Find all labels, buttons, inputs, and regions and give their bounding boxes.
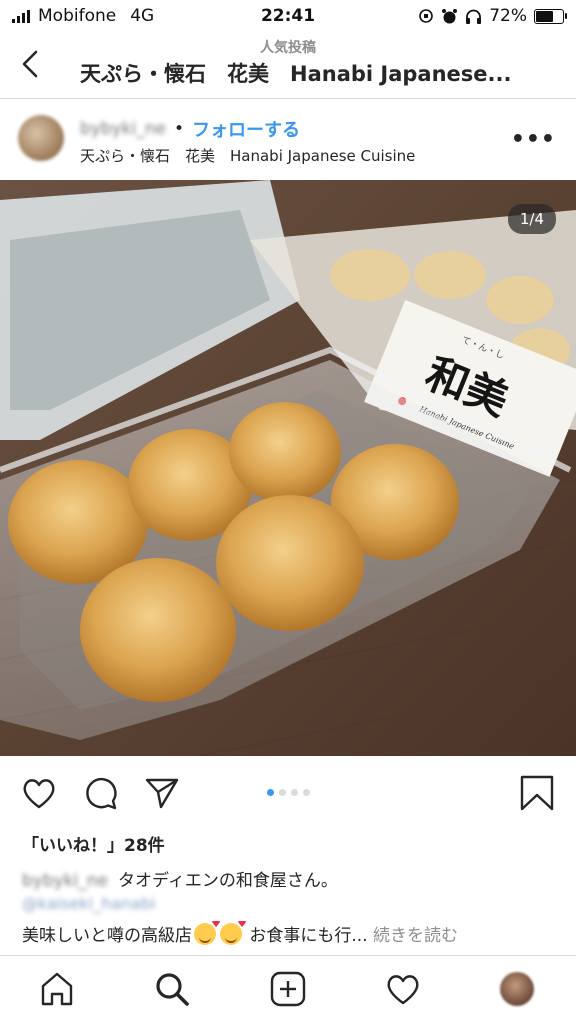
battery-icon [534,8,567,24]
alarm-icon [442,8,458,23]
caption-username[interactable]: bybyki_ne [22,871,108,891]
carousel-dot [302,789,310,796]
post-user-row: bybyki_ne • フォローする [80,116,300,142]
post-location[interactable]: 天ぷら・懐石 花美 Hanabi Japanese Cuisine [80,145,415,166]
food-image: て・ん・し 和美 Hanabi Japanese Cuisine [0,180,576,756]
status-right: 72% [418,6,567,26]
home-icon[interactable] [38,970,76,1008]
desc-after: お食事にも行... [244,926,368,946]
post-header: bybyki_ne • フォローする 天ぷら・懐石 花美 Hanabi Japa… [0,100,576,180]
post-actions [0,756,576,828]
caption-tag[interactable]: @kaiseki_hanabi [22,894,156,913]
header-title[interactable]: 天ぷら・懐石 花美 Hanabi Japanese... [80,58,560,88]
bookmark-icon[interactable] [518,774,556,812]
caption-description: 美味しいと噂の高級店 お食事にも行... 続きを読む [22,921,562,946]
caption-text: タオディエンの和食屋さん。 [118,871,338,891]
read-more-link[interactable]: 続きを読む [373,926,458,946]
caption-line: bybyki_ne タオディエンの和食屋さん。 [22,866,338,891]
carousel-dot [278,789,286,796]
profile-avatar[interactable] [500,972,534,1006]
smiling-hearts-emoji-icon [220,921,247,945]
bottom-nav [0,955,576,1025]
search-icon[interactable] [153,970,191,1008]
header-subtitle: 人気投稿 [260,40,316,56]
page-header: 人気投稿 天ぷら・懐石 花美 Hanabi Japanese... [0,34,576,99]
carousel-dot [266,789,274,796]
orientation-lock-icon [419,9,434,23]
desc-before: 美味しいと噂の高級店 [22,926,192,946]
post-username[interactable]: bybyki_ne [80,119,166,139]
add-icon[interactable] [269,970,307,1008]
separator-dot: • [174,119,185,139]
more-options-icon[interactable]: ••• [511,127,556,152]
headphones-icon [466,9,482,24]
battery-percent: 72% [489,6,527,26]
heart-icon[interactable] [384,970,422,1008]
status-bar: Mobifone 4G 22:41 72% [0,0,576,34]
carousel-dot [290,789,298,796]
post-photo[interactable]: て・ん・し 和美 Hanabi Japanese Cuisine 1/4 [0,180,576,756]
smiling-hearts-emoji-icon [194,921,221,945]
follow-button[interactable]: フォローする [192,116,300,142]
likes-count[interactable]: 「いいね！」28件 [22,831,165,856]
carousel-dots [0,789,576,796]
avatar[interactable] [18,115,64,161]
image-counter: 1/4 [507,204,556,234]
